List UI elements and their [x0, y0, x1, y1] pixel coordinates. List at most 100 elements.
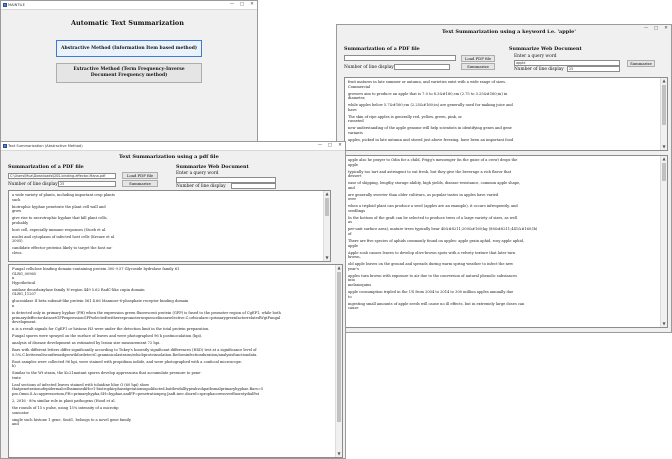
summary-paragraph: candidate effector proteins likely to ta… [12, 246, 321, 255]
pdf-summary-textarea[interactable]: a wide variety of plants, including impo… [8, 190, 331, 262]
summary-paragraph: apples turn brown with exposure to air d… [348, 274, 658, 288]
keyword-web-summary-textarea[interactable]: apple also he prayer to Odin for a child… [344, 155, 668, 328]
main-window: MAINTILE — □ ✕ Automatic Text Summarizat… [0, 0, 258, 148]
scroll-up-icon[interactable]: ▲ [336, 265, 342, 271]
summary-paragraph: Root samples were collected 96 hpi, were… [12, 360, 333, 369]
summary-line: probably [12, 220, 29, 225]
app-icon [3, 3, 7, 7]
keyword-web-summary-lines: apple also he prayer to Odin for a child… [348, 158, 658, 313]
pdf-detail-textarea[interactable]: Fungal cellulose binding domain-containi… [8, 264, 343, 458]
minimize-icon[interactable]: — [229, 1, 235, 9]
maximize-icon[interactable]: □ [653, 25, 659, 33]
close-icon[interactable]: ✕ [249, 1, 255, 9]
keyword-lines-label-right: Number of line display [514, 67, 564, 72]
summary-line: Fungal spores were sprayed on the surfac… [12, 334, 203, 339]
pdf-titlebar: Text Summarization (Abstractive Method) … [1, 142, 345, 151]
abstractive-method-button[interactable]: Abstractive Method (Information Item bas… [56, 40, 202, 57]
pdf-detail-lines: Fungal cellulose binding domain-containi… [12, 267, 333, 429]
keyword-pdf-summary-textarea[interactable]: fruit matures in late summer or autumn, … [344, 77, 668, 151]
summary-line: variants [348, 130, 363, 135]
summary-line: to [348, 294, 352, 299]
summary-line: sonicator [12, 410, 29, 415]
load-pdf-button[interactable]: Load PDF file [122, 172, 158, 179]
summary-paragraph: n is a result signals for CgEP1 or histo… [12, 327, 333, 332]
summary-line: have [348, 107, 357, 112]
maximize-icon[interactable]: □ [327, 142, 333, 150]
summary-line: b) [12, 364, 16, 369]
summary-paragraph: Leaf sections of infected leaves stained… [12, 383, 333, 397]
extractive-method-button[interactable]: Extractive Method (Term Frequency-Invers… [56, 63, 202, 83]
keyword-load-pdf-button[interactable]: Load PDF file [461, 55, 495, 62]
summary-paragraph: host cell, especially immune responses (… [12, 228, 321, 233]
pdf-lines-field-right[interactable] [231, 183, 276, 189]
summary-line: over [348, 197, 357, 202]
summary-line: russeted [348, 119, 364, 124]
keyword-lines-field-right[interactable]: 25 [567, 66, 620, 72]
close-icon[interactable]: ✕ [337, 142, 343, 150]
maximize-icon[interactable]: □ [239, 1, 245, 9]
summary-line: µm.Omni.S.A=appressorium,PH=primaryhypha… [12, 391, 260, 396]
summary-line: host cell, especially immune responses (… [12, 227, 107, 232]
summary-line: trate [12, 375, 21, 380]
summary-paragraph: the rounds of 15 s pulse, using 15% inte… [12, 406, 333, 415]
summary-line: seedlings [348, 208, 366, 213]
extractive-button-line-2: Document Frequency method) [90, 73, 168, 78]
summary-paragraph: are generally sweeter than older cultiva… [348, 193, 658, 202]
summary-paragraph: There are five species of aphids commonl… [348, 239, 658, 248]
pdf-query-label: Enter a query word [176, 171, 219, 176]
keyword-summarize-left-button[interactable]: Summarize [461, 63, 495, 70]
scroll-up-icon[interactable]: ▲ [661, 78, 667, 84]
summary-paragraph: ingesting small amounts of apple seeds w… [348, 302, 658, 311]
summary-paragraph: Similar to the Wt strain, the Kc21mutant… [12, 371, 333, 380]
summary-paragraph: Fungal spores were sprayed on the surfac… [12, 334, 333, 339]
close-icon[interactable]: ✕ [663, 25, 669, 33]
summary-line: and [12, 422, 19, 427]
summary-line: GLRG_11207 [12, 292, 37, 297]
minimize-icon[interactable]: — [317, 142, 323, 150]
summary-line: analysis of disease development as estim… [12, 341, 161, 346]
pdf-lines-label: Number of line display [8, 182, 58, 187]
minimize-icon[interactable]: — [643, 25, 649, 33]
scroll-thumb[interactable] [662, 163, 666, 181]
pdf-path-field[interactable]: C:\Users\Mua\Downloads\DSS-binding-effec… [8, 173, 116, 179]
pdf-summary-top-lines: a wide variety of plants, including impo… [12, 193, 321, 258]
pdf-summary-top-scrollbar[interactable]: ▲ ▼ [323, 191, 330, 261]
summary-paragraph: analysis of disease development as estim… [12, 341, 333, 346]
keyword-pdf-summary-scrollbar[interactable]: ▲ ▼ [660, 78, 667, 150]
keyword-web-summary-scrollbar[interactable]: ▲ ▼ [660, 156, 667, 327]
keyword-pdf-path-field[interactable] [344, 55, 456, 61]
main-titlebar: MAINTILE — □ ✕ [1, 1, 257, 10]
keyword-web-section-label: Summarize Web Document [509, 46, 582, 52]
pdf-summarize-button[interactable]: Summarize [122, 180, 158, 187]
main-heading: Automatic Text Summarization [71, 19, 184, 27]
summary-paragraph: The skin of ripe apples is generally red… [348, 115, 658, 124]
summary-line: 0.5%.C.bettersultsconfirmedgrowthfordete… [12, 352, 258, 357]
summary-paragraph: Fungal cellulose binding domain-containi… [12, 267, 333, 285]
scroll-thumb[interactable] [662, 85, 666, 125]
pdf-heading: Text Summarization using a pdf file [119, 154, 219, 160]
summary-paragraph: when a triploid plant can produce a seed… [348, 204, 658, 213]
summary-line: diameter, [348, 96, 366, 101]
summary-line: n is a result signals for CgEP1 or histo… [12, 327, 210, 332]
pdf-section-label: Summarization of a PDF file [8, 164, 84, 170]
summary-paragraph: while apples below 5.7&#160;cm (2.25&#16… [348, 103, 658, 112]
scroll-down-icon[interactable]: ▼ [661, 144, 667, 150]
summary-paragraph: apple consumption tripled in the US from… [348, 290, 658, 299]
scroll-up-icon[interactable]: ▲ [324, 191, 330, 197]
keyword-window: — □ ✕ Text Summarization using a keyword… [336, 24, 672, 333]
summary-line: such [12, 197, 21, 202]
summary-line: apple [348, 162, 359, 167]
scroll-thumb[interactable] [337, 272, 341, 422]
pdf-lines-field[interactable]: 25 [58, 181, 116, 187]
scroll-up-icon[interactable]: ▲ [661, 156, 667, 162]
scroll-down-icon[interactable]: ▼ [336, 451, 342, 457]
scroll-thumb[interactable] [325, 198, 329, 216]
keyword-summarize-right-button[interactable]: Summarize [627, 60, 655, 67]
scroll-down-icon[interactable]: ▼ [324, 255, 330, 261]
pdf-detail-scrollbar[interactable]: ▲ ▼ [335, 265, 342, 457]
pdf-window-controls: — □ ✕ [317, 142, 343, 150]
scroll-down-icon[interactable]: ▼ [661, 321, 667, 327]
summary-paragraph: In the bottom of the graft can be select… [348, 216, 658, 225]
summary-paragraph: nuclei and cytoplasm of infected host ce… [12, 235, 321, 244]
keyword-lines-field-left[interactable] [394, 64, 450, 70]
